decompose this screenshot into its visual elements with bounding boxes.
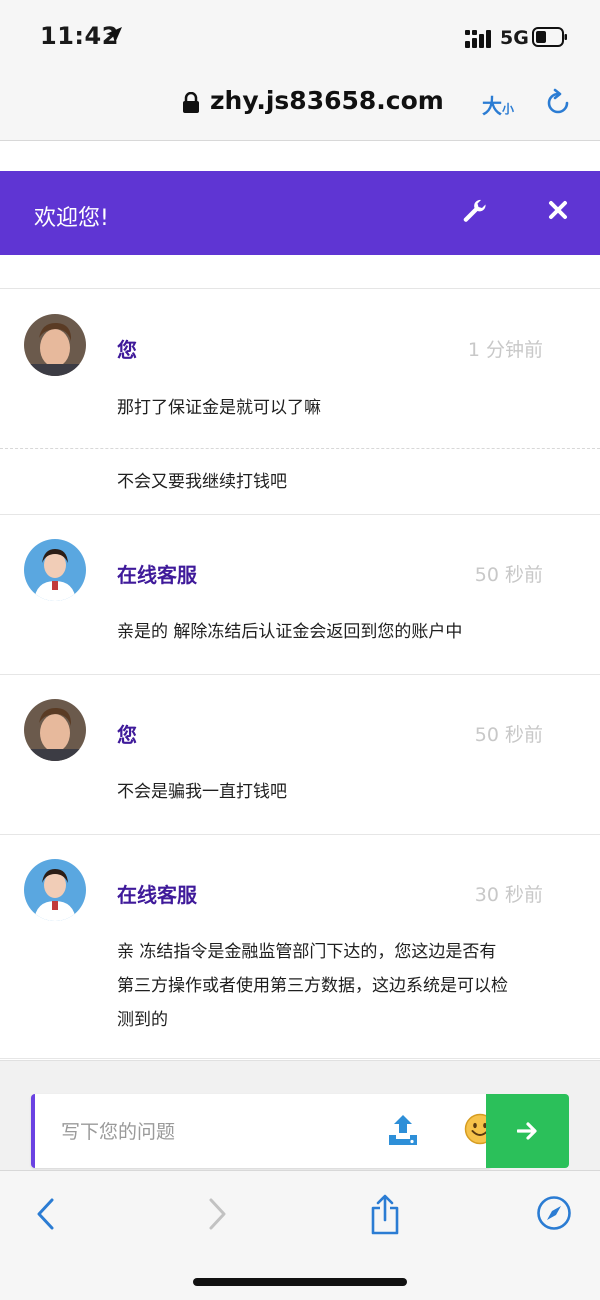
lock-icon	[183, 92, 199, 113]
message-line: 亲 冻结指令是金融监管部门下达的，您这边是否有	[117, 942, 497, 962]
close-icon[interactable]	[548, 200, 568, 220]
input-container	[31, 1094, 496, 1168]
message-divider	[0, 448, 600, 449]
user-avatar	[24, 314, 86, 376]
url-text[interactable]: zhy.js83658.com	[210, 86, 444, 115]
wrench-icon[interactable]	[461, 198, 487, 224]
text-size-button[interactable]: 大小	[482, 90, 514, 119]
message-text: 亲 冻结指令是金融监管部门下达的，您这边是否有 第三方操作或者使用第三方数据，这…	[117, 935, 547, 1037]
reload-icon[interactable]	[542, 87, 574, 119]
message-input[interactable]	[59, 1116, 333, 1148]
sender-name: 您	[117, 723, 137, 747]
location-arrow-icon	[106, 27, 122, 43]
scrolled-previous-message	[0, 255, 600, 289]
message-line: 测到的	[117, 1010, 168, 1030]
message-text: 亲是的 解除冻结后认证金会返回到您的账户中	[117, 622, 463, 642]
sender-name: 在线客服	[117, 883, 197, 907]
browser-toolbar	[0, 1170, 600, 1300]
back-icon[interactable]	[33, 1196, 59, 1232]
message-text-followup: 不会又要我继续打钱吧	[117, 472, 287, 492]
send-button[interactable]	[486, 1094, 569, 1168]
cellular-signal-icon	[465, 30, 491, 48]
forward-icon[interactable]	[204, 1196, 230, 1232]
sender-name: 您	[117, 338, 137, 362]
page-top-gap	[0, 141, 600, 171]
message-text: 不会是骗我一直打钱吧	[117, 782, 287, 802]
compass-icon[interactable]	[536, 1195, 572, 1231]
share-icon[interactable]	[369, 1193, 401, 1235]
chat-message: 在线客服 50 秒前 亲是的 解除冻结后认证金会返回到您的账户中	[0, 514, 600, 675]
message-time: 30 秒前	[474, 884, 543, 906]
text-size-small-label: 小	[502, 102, 515, 116]
message-time: 50 秒前	[474, 724, 543, 746]
upload-icon[interactable]	[387, 1113, 419, 1147]
message-time: 50 秒前	[474, 564, 543, 586]
banner-title: 欢迎您!	[34, 206, 109, 231]
network-type: 5G	[500, 27, 529, 49]
status-bar: 11:42 5G	[0, 0, 600, 70]
message-composer	[0, 1060, 600, 1171]
text-size-large-label: 大	[482, 94, 502, 118]
welcome-banner: 欢迎您!	[0, 171, 600, 255]
browser-address-bar[interactable]: zhy.js83658.com 大小	[0, 70, 600, 141]
battery-icon	[532, 27, 567, 47]
chat-message: 在线客服 30 秒前 亲 冻结指令是金融监管部门下达的，您这边是否有 第三方操作…	[0, 834, 600, 1059]
chat-message: 您 50 秒前 不会是骗我一直打钱吧	[0, 674, 600, 835]
home-indicator	[193, 1278, 407, 1286]
chat-message: 您 1 分钟前 那打了保证金是就可以了嘛 不会又要我继续打钱吧	[0, 289, 600, 515]
user-avatar	[24, 699, 86, 761]
message-text: 那打了保证金是就可以了嘛	[117, 398, 321, 418]
agent-avatar	[24, 859, 86, 921]
agent-avatar	[24, 539, 86, 601]
chat-message-list[interactable]: 您 1 分钟前 那打了保证金是就可以了嘛 不会又要我继续打钱吧 在线客服 50 …	[0, 255, 600, 1090]
arrow-right-icon	[517, 1122, 537, 1140]
message-line: 第三方操作或者使用第三方数据，这边系统是可以检	[117, 976, 508, 996]
sender-name: 在线客服	[117, 563, 197, 587]
message-time: 1 分钟前	[467, 339, 543, 361]
